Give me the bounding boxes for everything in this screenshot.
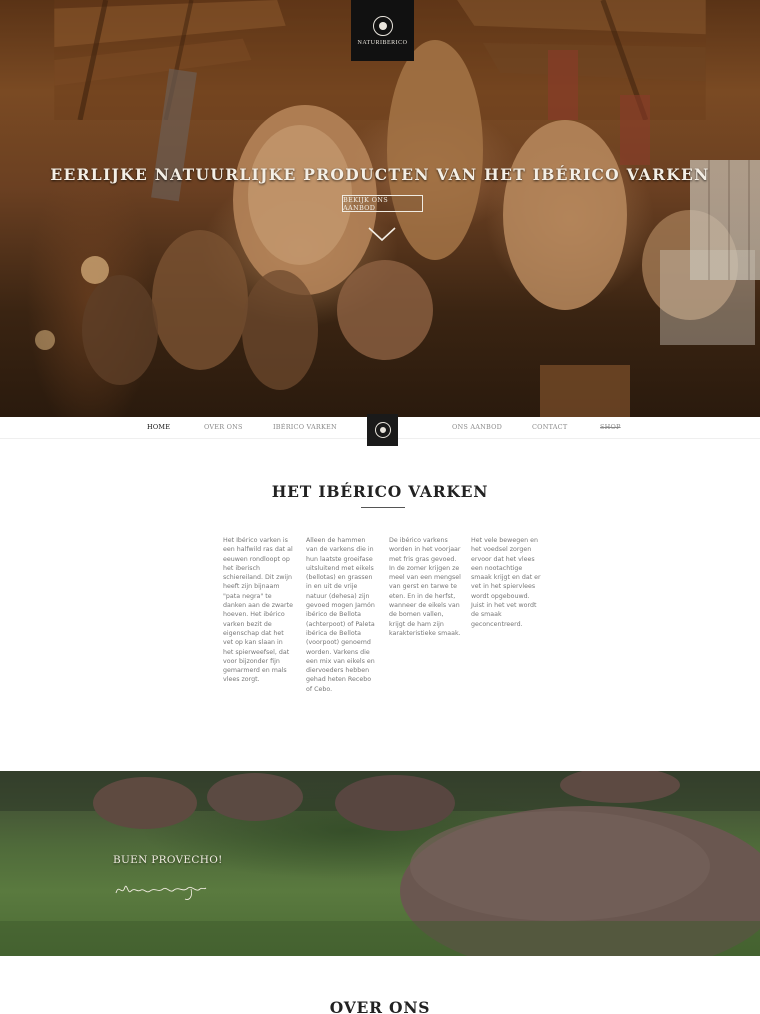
logo-text: NATURIBERICO <box>357 39 408 46</box>
hero-title: EERLIJKE NATUURLIJKE PRODUCTEN VAN HET I… <box>50 165 710 184</box>
text-column-4: Het vele bewegen en het voedsel zorgen e… <box>471 537 541 628</box>
logo-emblem-icon <box>374 422 391 438</box>
text-column-1: Het Ibérico varken is een halfwild ras d… <box>223 537 293 684</box>
nav-item-iberico-varken[interactable]: IBÉRICO VARKEN <box>273 423 337 431</box>
nav-logo[interactable] <box>367 414 398 446</box>
banner-greeting: BUEN PROVECHO! <box>113 854 223 866</box>
over-ons-title: OVER ONS <box>329 998 431 1014</box>
nav-item-ons-aanbod[interactable]: ONS AANBOD <box>452 423 502 431</box>
hero-section: NATURIBERICO EERLIJKE NATUURLIJKE PRODUC… <box>0 0 760 417</box>
logo-emblem-icon <box>372 15 393 36</box>
text-column-3: De ibérico varkens worden in het voorjaa… <box>389 537 461 637</box>
text-column-2: Alleen de hammen van de varkens die in h… <box>306 537 375 693</box>
section-title: HET IBÉRICO VARKEN <box>271 482 489 501</box>
nav-item-home[interactable]: HOME <box>147 423 170 431</box>
brand-logo[interactable]: NATURIBERICO <box>351 0 414 61</box>
view-offer-button[interactable]: BEKIJK ONS AANBOD <box>342 195 423 212</box>
chevron-down-icon[interactable] <box>368 226 396 242</box>
nav-item-over-ons[interactable]: OVER ONS <box>204 423 243 431</box>
nav-item-contact[interactable]: CONTACT <box>532 423 567 431</box>
title-divider <box>361 507 405 508</box>
signature-image <box>115 885 207 900</box>
nav-item-shop[interactable]: SHOP <box>600 423 621 431</box>
